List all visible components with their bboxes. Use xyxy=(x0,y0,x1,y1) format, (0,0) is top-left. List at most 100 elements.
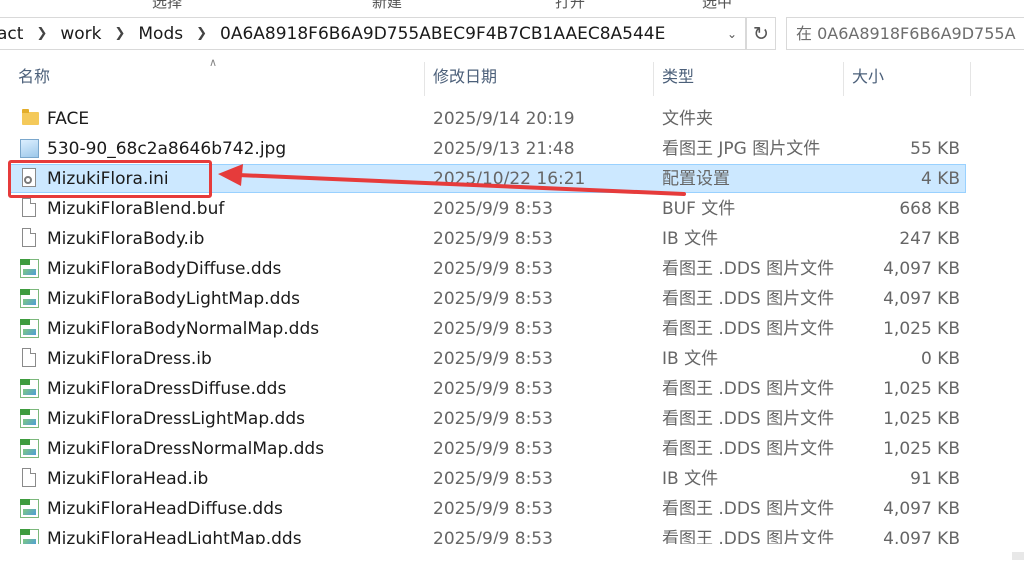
breadcrumb-item-work[interactable]: work xyxy=(54,24,107,44)
file-name: MizukiFloraDressLightMap.dds xyxy=(47,409,305,429)
folder-icon xyxy=(22,109,39,125)
annotation-highlight-box xyxy=(8,160,212,198)
column-header-size[interactable]: 大小 xyxy=(852,58,884,96)
file-type: 看图王 .DDS 图片文件 xyxy=(662,289,835,309)
dds-image-icon xyxy=(20,499,39,518)
column-divider[interactable] xyxy=(843,62,844,96)
dds-image-icon xyxy=(20,319,39,338)
file-date: 2025/9/9 8:53 xyxy=(433,409,553,429)
toolbar-remnant: 选择 新建 打开 选中 xyxy=(0,0,1024,12)
file-row[interactable]: MizukiFloraBodyNormalMap.dds 2025/9/9 8:… xyxy=(0,314,1024,344)
file-date: 2025/10/22 16:21 xyxy=(433,169,586,189)
file-size: 1,025 KB xyxy=(883,379,960,399)
toolbar-fragment: 选择 xyxy=(152,0,183,11)
file-date: 2025/9/9 8:53 xyxy=(433,349,553,369)
jpg-image-icon xyxy=(20,139,39,158)
breadcrumb-item-current-folder[interactable]: 0A6A8918F6B6A9D755ABEC9F4B7CB1AAEC8A544E xyxy=(214,24,671,44)
file-name: MizukiFloraBodyLightMap.dds xyxy=(47,289,301,309)
sort-ascending-icon: ∧ xyxy=(209,56,218,69)
file-size: 1,025 KB xyxy=(883,409,960,429)
file-size: 4,097 KB xyxy=(883,499,960,519)
file-name: MizukiFloraBodyNormalMap.dds xyxy=(47,319,320,339)
file-date: 2025/9/9 8:53 xyxy=(433,529,553,544)
dds-image-icon xyxy=(20,439,39,458)
file-row[interactable]: MizukiFloraBody.ib 2025/9/9 8:53 IB 文件 2… xyxy=(0,224,1024,254)
file-date: 2025/9/9 8:53 xyxy=(433,439,553,459)
file-name: MizukiFloraHead.ib xyxy=(47,469,209,489)
file-size: 55 KB xyxy=(910,139,960,159)
search-input[interactable] xyxy=(787,18,1024,49)
chevron-right-icon[interactable]: ❯ xyxy=(189,26,214,41)
file-type: 看图王 .DDS 图片文件 xyxy=(662,529,835,544)
file-name: MizukiFloraHeadLightMap.dds xyxy=(47,529,302,544)
file-size: 91 KB xyxy=(910,469,960,489)
chevron-down-icon: ⌄ xyxy=(726,26,738,41)
chevron-right-icon[interactable]: ❯ xyxy=(107,26,132,41)
file-row[interactable]: MizukiFloraHead.ib 2025/9/9 8:53 IB 文件 9… xyxy=(0,464,1024,494)
file-name: MizukiFloraDressDiffuse.dds xyxy=(47,379,287,399)
file-name: MizukiFloraDressNormalMap.dds xyxy=(47,439,325,459)
file-size: 1,025 KB xyxy=(883,439,960,459)
address-history-dropdown[interactable]: ⌄ xyxy=(720,18,744,49)
file-type: IB 文件 xyxy=(662,229,719,249)
file-type: 看图王 .DDS 图片文件 xyxy=(662,379,835,399)
refresh-icon: ↻ xyxy=(753,22,769,45)
status-area xyxy=(0,544,1024,563)
toolbar-fragment: 选中 xyxy=(702,0,733,11)
scrollbar-corner[interactable] xyxy=(1012,552,1024,560)
file-row[interactable]: MizukiFloraDressLightMap.dds 2025/9/9 8:… xyxy=(0,404,1024,434)
file-type: 看图王 .DDS 图片文件 xyxy=(662,499,835,519)
file-name: MizukiFloraDress.ib xyxy=(47,349,212,369)
file-date: 2025/9/9 8:53 xyxy=(433,469,553,489)
breadcrumb-item-mods[interactable]: Mods xyxy=(132,24,189,44)
file-row[interactable]: MizukiFloraHeadLightMap.dds 2025/9/9 8:5… xyxy=(0,524,1024,544)
file-row[interactable]: MizukiFloraDressDiffuse.dds 2025/9/9 8:5… xyxy=(0,374,1024,404)
file-type: IB 文件 xyxy=(662,349,719,369)
file-row[interactable]: MizukiFloraHeadDiffuse.dds 2025/9/9 8:53… xyxy=(0,494,1024,524)
dds-image-icon xyxy=(20,529,39,544)
column-divider[interactable] xyxy=(424,62,425,96)
file-row[interactable]: MizukiFloraDress.ib 2025/9/9 8:53 IB 文件 … xyxy=(0,344,1024,374)
column-header-bar: ∧ 名称 修改日期 类型 大小 xyxy=(0,56,1024,96)
file-row[interactable]: FACE 2025/9/14 20:19 文件夹 xyxy=(0,104,1024,134)
file-date: 2025/9/9 8:53 xyxy=(433,379,553,399)
file-size: 4 KB xyxy=(920,169,960,189)
refresh-button[interactable]: ↻ xyxy=(746,17,776,50)
file-icon xyxy=(22,348,36,367)
file-size: 668 KB xyxy=(899,199,960,219)
column-header-name[interactable]: 名称 xyxy=(18,58,50,96)
file-icon xyxy=(22,228,36,247)
file-type: 看图王 .DDS 图片文件 xyxy=(662,439,835,459)
file-date: 2025/9/9 8:53 xyxy=(433,499,553,519)
file-type: BUF 文件 xyxy=(662,199,736,219)
column-header-type[interactable]: 类型 xyxy=(662,58,694,96)
toolbar-fragment: 新建 xyxy=(372,0,403,11)
search-box[interactable] xyxy=(786,17,1024,50)
file-size: 4,097 KB xyxy=(883,259,960,279)
dds-image-icon xyxy=(20,379,39,398)
file-row[interactable]: MizukiFloraBlend.buf 2025/9/9 8:53 BUF 文… xyxy=(0,194,1024,224)
file-date: 2025/9/9 8:53 xyxy=(433,259,553,279)
column-header-date[interactable]: 修改日期 xyxy=(433,58,497,96)
toolbar-fragment: 打开 xyxy=(555,0,586,11)
file-row[interactable]: MizukiFloraBodyDiffuse.dds 2025/9/9 8:53… xyxy=(0,254,1024,284)
file-row[interactable]: MizukiFloraDressNormalMap.dds 2025/9/9 8… xyxy=(0,434,1024,464)
breadcrumb-item-act[interactable]: act xyxy=(0,24,29,44)
file-size: 0 KB xyxy=(920,349,960,369)
column-divider[interactable] xyxy=(653,62,654,96)
file-size: 4,097 KB xyxy=(883,529,960,544)
file-type: 看图王 .DDS 图片文件 xyxy=(662,409,835,429)
file-size: 4,097 KB xyxy=(883,289,960,309)
file-type: IB 文件 xyxy=(662,469,719,489)
file-size: 1,025 KB xyxy=(883,319,960,339)
file-date: 2025/9/9 8:53 xyxy=(433,229,553,249)
dds-image-icon xyxy=(20,289,39,308)
file-type: 看图王 .DDS 图片文件 xyxy=(662,259,835,279)
column-divider[interactable] xyxy=(970,62,971,96)
file-date: 2025/9/14 20:19 xyxy=(433,109,575,129)
address-bar[interactable]: act ❯ work ❯ Mods ❯ 0A6A8918F6B6A9D755AB… xyxy=(0,17,746,50)
file-row[interactable]: MizukiFloraBodyLightMap.dds 2025/9/9 8:5… xyxy=(0,284,1024,314)
chevron-right-icon[interactable]: ❯ xyxy=(29,26,54,41)
file-size: 247 KB xyxy=(899,229,960,249)
file-date: 2025/9/9 8:53 xyxy=(433,319,553,339)
